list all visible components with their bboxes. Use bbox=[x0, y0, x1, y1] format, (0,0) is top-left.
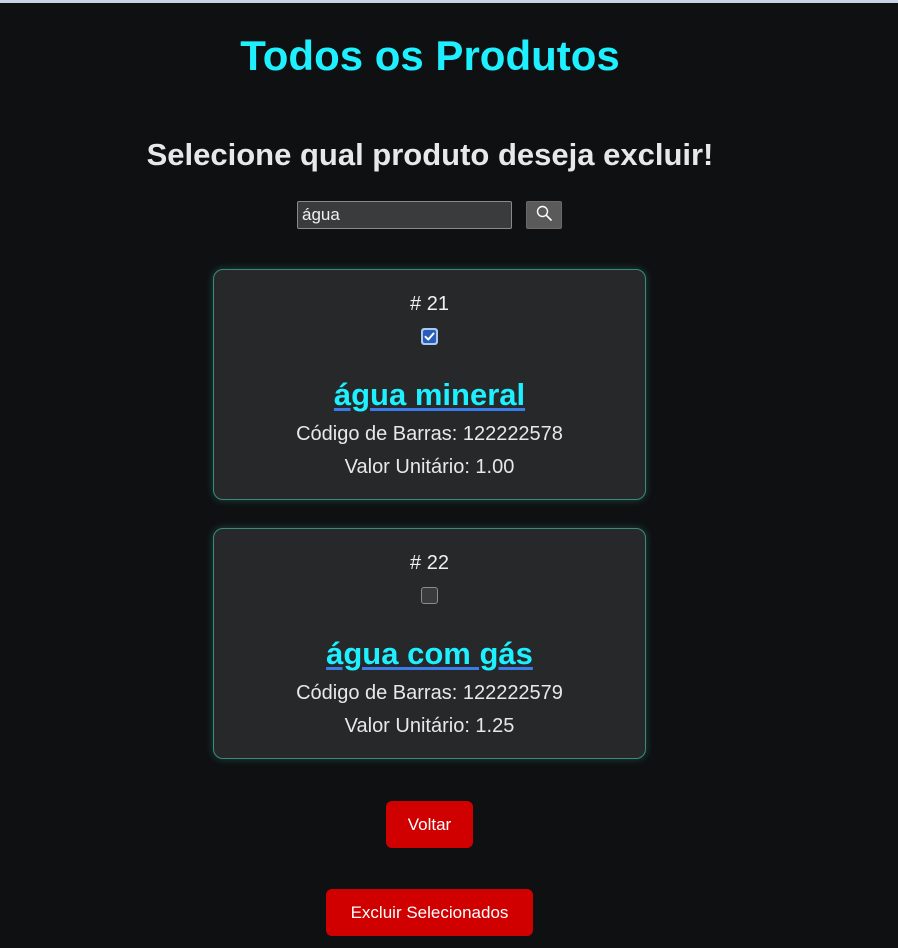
search-icon bbox=[536, 205, 552, 226]
delete-selected-button[interactable]: Excluir Selecionados bbox=[326, 889, 533, 936]
product-name-link[interactable]: água com gás bbox=[326, 636, 533, 671]
product-card: # 22 água com gás Código de Barras: 1222… bbox=[213, 528, 646, 759]
product-card: # 21 água mineral Código de Barras: 1222… bbox=[213, 269, 646, 500]
search-input[interactable] bbox=[297, 201, 512, 229]
product-barcode: Código de Barras: 122222579 bbox=[296, 682, 563, 704]
product-price: Valor Unitário: 1.25 bbox=[344, 715, 515, 737]
window-top-border bbox=[0, 0, 898, 3]
product-select-checkbox[interactable] bbox=[421, 587, 438, 604]
product-id: # 22 bbox=[410, 552, 449, 574]
product-select-checkbox[interactable] bbox=[421, 328, 438, 345]
product-price: Valor Unitário: 1.00 bbox=[344, 456, 515, 478]
product-name: água mineral bbox=[214, 377, 645, 413]
product-name-link[interactable]: água mineral bbox=[334, 377, 525, 412]
page-title: Todos os Produtos bbox=[240, 32, 620, 79]
checkmark-icon bbox=[423, 330, 436, 343]
product-name: água com gás bbox=[214, 636, 645, 672]
back-button[interactable]: Voltar bbox=[386, 801, 473, 848]
search-button[interactable] bbox=[526, 201, 562, 229]
product-barcode: Código de Barras: 122222578 bbox=[296, 423, 563, 445]
product-id: # 21 bbox=[410, 293, 449, 315]
page-subtitle: Selecione qual produto deseja excluir! bbox=[146, 137, 714, 172]
